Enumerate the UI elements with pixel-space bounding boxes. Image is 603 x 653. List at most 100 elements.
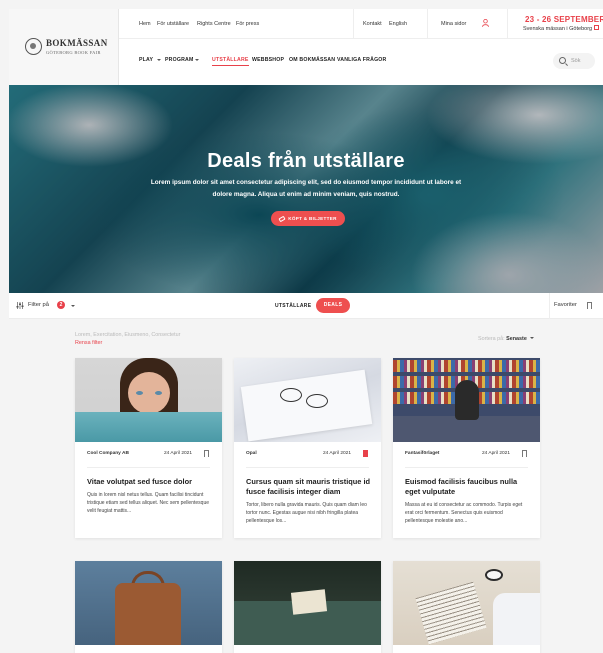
card-company: Cool Company AB bbox=[87, 451, 129, 456]
tab-exhibitors[interactable]: UTSTÄLLARE bbox=[275, 303, 311, 309]
nav-program[interactable]: PROGRAM bbox=[165, 57, 199, 63]
top-link-exhibitors[interactable]: För utställare bbox=[157, 21, 189, 27]
card-image bbox=[75, 561, 222, 645]
filter-bar: Filter på 2 UTSTÄLLARE DEALS Favoriter bbox=[9, 293, 603, 319]
card-image-detail bbox=[115, 583, 181, 645]
filter-icon[interactable] bbox=[16, 302, 24, 309]
main-nav: PLAY PROGRAM UTSTÄLLARE WEBBSHOP OM BOKM… bbox=[119, 39, 603, 85]
card-image bbox=[393, 358, 540, 442]
card-divider bbox=[87, 467, 210, 468]
chevron-down-icon bbox=[157, 59, 161, 61]
card-text: Quis in lorem nisl netus tellus. Quam fa… bbox=[87, 492, 210, 514]
nav-about[interactable]: OM BOKMÄSSAN bbox=[289, 57, 335, 63]
logo-name: BOKMÄSSAN bbox=[46, 38, 108, 48]
card-image-detail bbox=[75, 412, 222, 442]
top-link-home[interactable]: Hem bbox=[139, 21, 151, 27]
top-link-rights-centre[interactable]: Rights Centre bbox=[197, 21, 231, 27]
nav-faq[interactable]: VANLIGA FRÅGOR bbox=[337, 57, 386, 63]
sort-value: Senaste bbox=[506, 336, 527, 342]
logo-subtitle: GÖTEBORG BOOK FAIR bbox=[46, 50, 101, 55]
chevron-down-icon bbox=[529, 337, 534, 339]
venue-label: Svenska mässan i Göteborg bbox=[523, 26, 593, 32]
nav-play[interactable]: PLAY bbox=[139, 57, 161, 63]
logo-seal-icon bbox=[25, 38, 42, 55]
filter-button[interactable]: Filter på bbox=[28, 302, 49, 308]
clear-filter-link[interactable]: Rensa filter bbox=[75, 340, 102, 346]
deal-card[interactable] bbox=[75, 561, 222, 653]
nav-exhibitors[interactable]: UTSTÄLLARE bbox=[212, 57, 249, 66]
sort-label: Sortera på: bbox=[478, 336, 505, 342]
card-date: 24 April 2021 bbox=[323, 451, 352, 456]
card-image-detail bbox=[485, 569, 503, 581]
nav-webshop[interactable]: WEBBSHOP bbox=[252, 57, 284, 63]
deal-card[interactable]: Opal 24 April 2021 Cursus quam sit mauri… bbox=[234, 358, 381, 538]
card-image bbox=[393, 561, 540, 645]
deal-card[interactable]: Fantasiförlaget 24 April 2021 Euismod fa… bbox=[393, 358, 540, 538]
card-image-detail bbox=[290, 589, 328, 615]
card-title: Cursus quam sit mauris tristique id fusc… bbox=[246, 477, 371, 496]
card-title: Euismod facilisis faucibus nulla eget vu… bbox=[405, 477, 518, 496]
card-text: Massa at eu id consectetur ac commodo. T… bbox=[405, 502, 523, 524]
logo[interactable]: BOKMÄSSAN GÖTEBORG BOOK FAIR bbox=[9, 9, 119, 85]
card-company: Opal bbox=[246, 451, 257, 456]
card-text: Tortor, libero nulla gravida mauris. Qui… bbox=[246, 502, 367, 524]
active-filters: Lorem, Exercitation, Eiusmeno, Consectet… bbox=[75, 332, 181, 338]
favorites-divider bbox=[549, 293, 550, 319]
hero-title: Deals från utställare bbox=[207, 150, 405, 172]
language-link[interactable]: English bbox=[389, 21, 407, 27]
event-date: 23 - 26 SEPTEMBER 2021 bbox=[525, 15, 603, 24]
account-link[interactable]: Mina sidor bbox=[441, 21, 466, 27]
chevron-down-icon[interactable] bbox=[71, 305, 75, 307]
chevron-down-icon bbox=[195, 59, 199, 61]
card-image-detail bbox=[493, 593, 540, 645]
nav-play-label: PLAY bbox=[139, 57, 154, 63]
tickets-button[interactable]: KÖPT & BILJETTER bbox=[271, 211, 345, 226]
card-image-detail bbox=[128, 372, 170, 414]
search-placeholder: Sök bbox=[571, 57, 581, 64]
deal-card[interactable] bbox=[393, 561, 540, 653]
card-date: 24 April 2021 bbox=[482, 451, 511, 456]
card-image-detail bbox=[155, 391, 162, 395]
card-image-detail bbox=[280, 388, 302, 402]
tab-deals[interactable]: DEALS bbox=[316, 298, 350, 313]
tickets-button-label: KÖPT & BILJETTER bbox=[288, 216, 337, 221]
deal-card[interactable]: Cool Company AB 24 April 2021 Vitae volu… bbox=[75, 358, 222, 538]
bookmark-icon[interactable] bbox=[204, 450, 209, 459]
card-image-detail bbox=[393, 360, 540, 372]
top-link-press[interactable]: För press bbox=[236, 21, 259, 27]
card-image bbox=[234, 358, 381, 442]
card-image bbox=[234, 561, 381, 645]
card-company: Fantasiförlaget bbox=[405, 451, 440, 456]
sort-select[interactable]: Sortera på: Senaste bbox=[478, 336, 534, 342]
card-image-detail bbox=[415, 581, 487, 645]
bookmark-icon[interactable] bbox=[522, 450, 527, 459]
hero-text: Lorem ipsum dolor sit amet consectetur a… bbox=[150, 179, 462, 198]
top-bar-divider bbox=[507, 9, 508, 39]
ticket-icon bbox=[278, 215, 286, 222]
contact-link[interactable]: Kontakt bbox=[363, 21, 382, 27]
event-venue[interactable]: Svenska mässan i Göteborg bbox=[523, 25, 600, 32]
hero-banner: Deals från utställare Lorem ipsum dolor … bbox=[9, 85, 603, 293]
favorites-button[interactable]: Favoriter bbox=[554, 302, 577, 308]
external-link-icon bbox=[594, 25, 600, 30]
top-bar: Hem För utställare Rights Centre För pre… bbox=[119, 9, 603, 39]
user-icon[interactable] bbox=[482, 19, 489, 27]
card-title: Vitae volutpat sed fusce dolor bbox=[87, 477, 192, 486]
search-input[interactable]: Sök bbox=[553, 53, 595, 69]
site-header: BOKMÄSSAN GÖTEBORG BOOK FAIR Hem För uts… bbox=[9, 9, 603, 85]
card-image-detail bbox=[455, 380, 479, 420]
bookmark-icon[interactable] bbox=[587, 302, 592, 311]
card-image-detail bbox=[136, 391, 143, 395]
top-bar-divider bbox=[427, 9, 428, 39]
deal-card[interactable] bbox=[234, 561, 381, 653]
filter-count-badge: 2 bbox=[57, 301, 65, 309]
bookmark-filled-icon[interactable] bbox=[363, 450, 368, 459]
nav-program-label: PROGRAM bbox=[165, 57, 194, 63]
card-divider bbox=[405, 467, 528, 468]
card-image bbox=[75, 358, 222, 442]
card-divider bbox=[246, 467, 369, 468]
card-date: 24 April 2021 bbox=[164, 451, 193, 456]
card-image-detail bbox=[306, 394, 328, 408]
top-bar-divider bbox=[353, 9, 354, 39]
search-icon bbox=[559, 57, 566, 64]
